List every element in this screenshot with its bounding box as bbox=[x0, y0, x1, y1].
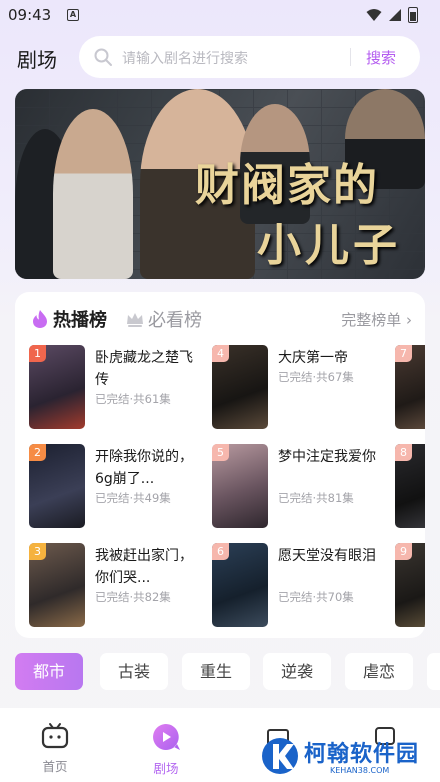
category-chip-nuelian[interactable]: 虐恋 bbox=[345, 653, 413, 690]
page-title: 剧场 bbox=[17, 48, 57, 72]
watermark-subtext: KEHAN38.COM bbox=[330, 766, 390, 775]
rank-badge: 1 bbox=[29, 345, 46, 362]
drama-meta: 已完结·共67集 bbox=[278, 370, 354, 384]
drama-meta: 已完结·共70集 bbox=[278, 590, 354, 604]
wifi-icon bbox=[366, 9, 382, 21]
ranking-item[interactable]: 6 愿天堂没有眼泪 已完结·共70集 bbox=[212, 543, 392, 629]
watermark-text: 柯翰软件园 bbox=[304, 742, 420, 767]
nav-home[interactable]: 首页 bbox=[25, 722, 85, 775]
search-input[interactable]: 请输入剧名进行搜索 bbox=[122, 48, 248, 68]
ranking-item[interactable]: 8 bbox=[395, 444, 425, 530]
drama-title: 我被赶出家门，你们哭... bbox=[95, 548, 193, 586]
drama-title: 卧虎藏龙之楚飞传 bbox=[95, 350, 193, 388]
rank-badge: 4 bbox=[212, 345, 229, 362]
featured-banner[interactable]: 财阀家的 小儿子 bbox=[15, 89, 425, 279]
play-bubble-icon bbox=[153, 724, 180, 750]
category-chip-dushi[interactable]: 都市 bbox=[15, 653, 83, 690]
drama-cover: 5 bbox=[212, 444, 268, 528]
tab-label: 必看榜 bbox=[148, 310, 202, 331]
rank-badge: 9 bbox=[395, 543, 412, 560]
nav-label: 首页 bbox=[42, 759, 68, 774]
banner-subtitle: 小儿子 bbox=[257, 220, 401, 271]
rank-badge: 2 bbox=[29, 444, 46, 461]
ranking-item[interactable]: 5 梦中注定我爱你 已完结·共81集 bbox=[212, 444, 392, 530]
category-chip-chongsheng[interactable]: 重生 bbox=[182, 653, 250, 690]
category-chip-nixi[interactable]: 逆袭 bbox=[263, 653, 331, 690]
status-icons bbox=[366, 7, 418, 23]
drama-title: 愿天堂没有眼泪 bbox=[278, 548, 376, 564]
tab-hot-ranking[interactable]: 热播榜 bbox=[30, 306, 107, 332]
drama-cover: 6 bbox=[212, 543, 268, 627]
ranking-item[interactable]: 3 我被赶出家门，你们哭... 已完结·共82集 bbox=[29, 543, 209, 629]
signal-icon bbox=[389, 9, 401, 21]
ranking-item[interactable]: 9 bbox=[395, 543, 425, 629]
header: 剧场 请输入剧名进行搜索 搜索 bbox=[0, 34, 440, 80]
rank-badge: 7 bbox=[395, 345, 412, 362]
ranking-item[interactable]: 2 开除我你说的，6g崩了... 已完结·共49集 bbox=[29, 444, 209, 530]
ranking-card: 热播榜 必看榜 完整榜单 › 1 卧虎藏龙之楚飞传 已完结·共61集 2 开除我… bbox=[15, 292, 425, 638]
drama-meta: 已完结·共61集 bbox=[95, 392, 171, 406]
drama-meta: 已完结·共49集 bbox=[95, 491, 171, 505]
category-bar: 都市 古装 重生 逆袭 虐恋 bbox=[15, 653, 440, 691]
ranking-item[interactable]: 4 大庆第一帝 已完结·共67集 bbox=[212, 345, 392, 431]
status-bar: 09:43 A bbox=[0, 0, 440, 30]
drama-meta: 已完结·共82集 bbox=[95, 590, 171, 604]
status-time: 09:43 bbox=[8, 6, 52, 24]
drama-cover: 7 bbox=[395, 345, 425, 429]
tv-icon bbox=[41, 723, 69, 749]
search-divider bbox=[350, 48, 351, 66]
drama-cover: 9 bbox=[395, 543, 425, 627]
drama-cover: 2 bbox=[29, 444, 85, 528]
drama-cover: 1 bbox=[29, 345, 85, 429]
drama-meta: 已完结·共81集 bbox=[278, 491, 354, 505]
nav-label: 剧场 bbox=[153, 761, 179, 776]
rank-badge: 8 bbox=[395, 444, 412, 461]
rank-badge: 6 bbox=[212, 543, 229, 560]
tab-must-watch[interactable]: 必看榜 bbox=[125, 306, 202, 332]
tab-label: 热播榜 bbox=[53, 310, 107, 331]
banner-figure bbox=[53, 109, 133, 279]
rank-badge: 5 bbox=[212, 444, 229, 461]
watermark: 柯翰软件园 KEHAN38.COM bbox=[260, 730, 440, 782]
search-icon bbox=[94, 48, 112, 66]
drama-title: 大庆第一帝 bbox=[278, 350, 348, 366]
drama-title: 开除我你说的，6g崩了... bbox=[95, 449, 193, 487]
search-bar[interactable]: 请输入剧名进行搜索 搜索 bbox=[79, 36, 420, 78]
battery-icon bbox=[408, 7, 418, 23]
notification-app-icon: A bbox=[67, 9, 79, 21]
drama-cover: 4 bbox=[212, 345, 268, 429]
category-chip-guzhuang[interactable]: 古装 bbox=[100, 653, 168, 690]
category-chip-more[interactable] bbox=[427, 653, 440, 690]
ranking-item[interactable]: 1 卧虎藏龙之楚飞传 已完结·共61集 bbox=[29, 345, 209, 431]
ranking-tabs: 热播榜 必看榜 bbox=[30, 306, 220, 332]
search-button[interactable]: 搜索 bbox=[366, 47, 396, 68]
nav-theater[interactable]: 剧场 bbox=[136, 722, 196, 777]
flame-icon bbox=[33, 310, 47, 328]
full-list-link[interactable]: 完整榜单 › bbox=[341, 309, 412, 330]
crown-icon bbox=[127, 313, 143, 327]
drama-cover: 3 bbox=[29, 543, 85, 627]
drama-title: 梦中注定我爱你 bbox=[278, 449, 376, 465]
rank-badge: 3 bbox=[29, 543, 46, 560]
banner-title: 财阀家的 bbox=[195, 160, 379, 211]
ranking-item[interactable]: 7 bbox=[395, 345, 425, 431]
watermark-logo bbox=[262, 738, 298, 774]
drama-cover: 8 bbox=[395, 444, 425, 528]
